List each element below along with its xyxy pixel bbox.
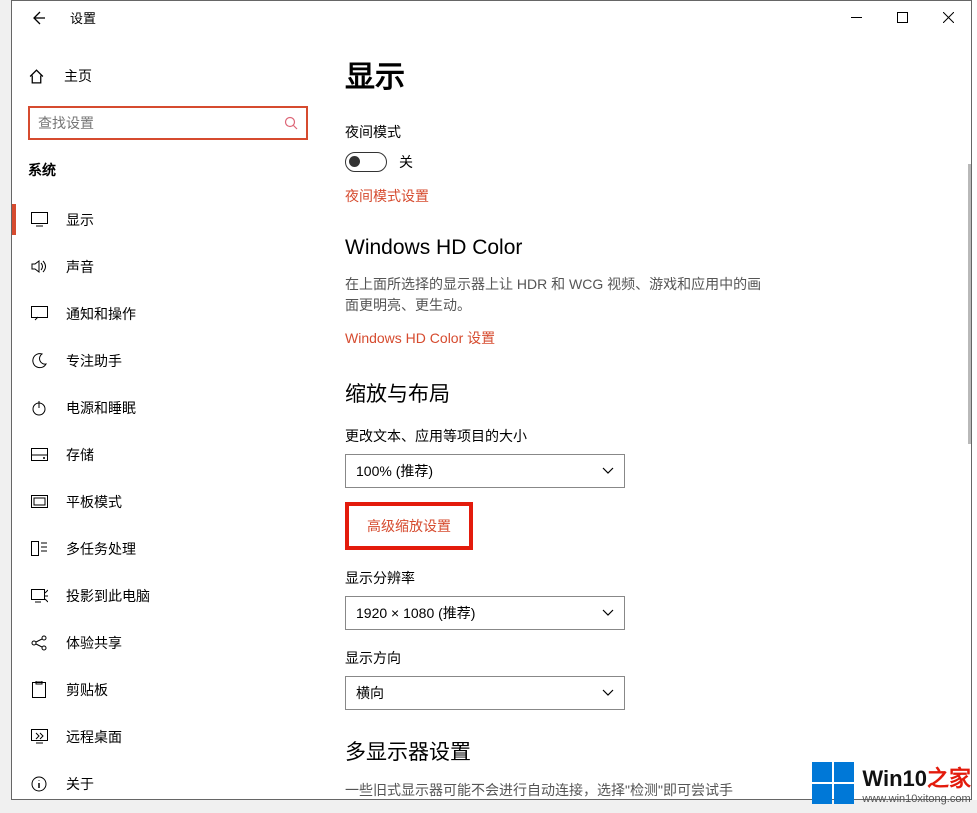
timeline-icon [28, 541, 50, 556]
sidebar-item-label: 平板模式 [50, 492, 122, 512]
search-icon [284, 116, 298, 130]
sidebar-item-label: 关于 [50, 774, 94, 794]
sidebar-group-title: 系统 [12, 160, 315, 190]
minimize-icon [851, 12, 862, 23]
watermark-url: www.win10xitong.com [862, 793, 971, 805]
sidebar-item-label: 剪贴板 [50, 680, 108, 700]
sidebar-item-label: 远程桌面 [50, 727, 122, 747]
sidebar-item-shared-experiences[interactable]: 体验共享 [12, 619, 315, 666]
sidebar-item-remote-desktop[interactable]: 远程桌面 [12, 713, 315, 760]
sidebar-item-label: 投影到此电脑 [50, 586, 150, 606]
night-mode-settings-link[interactable]: 夜间模式设置 [345, 186, 941, 206]
sidebar-item-clipboard[interactable]: 剪贴板 [12, 666, 315, 713]
minimize-button[interactable] [833, 2, 879, 34]
maximize-button[interactable] [879, 2, 925, 34]
sidebar-item-projecting[interactable]: 投影到此电脑 [12, 572, 315, 619]
info-icon [28, 776, 50, 792]
sidebar-item-label: 专注助手 [50, 351, 122, 371]
resolution-dropdown-value: 1920 × 1080 (推荐) [356, 603, 475, 623]
search-input[interactable] [28, 106, 308, 140]
sidebar-item-label: 通知和操作 [50, 304, 136, 324]
hd-color-heading: Windows HD Color [345, 236, 941, 260]
home-label: 主页 [50, 66, 92, 86]
settings-window: 设置 主页 系统 [11, 0, 972, 800]
orientation-dropdown[interactable]: 横向 [345, 676, 625, 710]
sidebar-item-about[interactable]: 关于 [12, 760, 315, 799]
windows-logo-icon [812, 762, 854, 804]
power-icon [28, 400, 50, 416]
orientation-dropdown-value: 横向 [356, 683, 384, 703]
arrow-left-icon [30, 10, 46, 26]
watermark-brand: Win10之家 [862, 761, 971, 793]
tablet-icon [28, 495, 50, 508]
close-icon [943, 12, 954, 23]
sidebar-item-sound[interactable]: 声音 [12, 243, 315, 290]
content-pane: 显示 夜间模式 关 夜间模式设置 Windows HD Color 在上面所选择… [315, 34, 971, 799]
sidebar-item-notifications[interactable]: 通知和操作 [12, 290, 315, 337]
sidebar-item-label: 多任务处理 [50, 539, 136, 559]
monitor-icon [28, 212, 50, 227]
resolution-label: 显示分辨率 [345, 568, 941, 588]
scale-layout-heading: 缩放与布局 [345, 378, 941, 408]
moon-icon [28, 353, 50, 369]
sidebar-item-storage[interactable]: 存储 [12, 431, 315, 478]
night-mode-toggle[interactable] [345, 152, 387, 172]
hd-color-description: 在上面所选择的显示器上让 HDR 和 WCG 视频、游戏和应用中的画面更明亮、更… [345, 274, 775, 316]
window-title: 设置 [56, 8, 96, 27]
scale-change-label: 更改文本、应用等项目的大小 [345, 426, 941, 446]
close-button[interactable] [925, 2, 971, 34]
watermark: Win10之家 www.win10xitong.com [812, 761, 971, 805]
sidebar-item-power-sleep[interactable]: 电源和睡眠 [12, 384, 315, 431]
advanced-scaling-link[interactable]: 高级缩放设置 [367, 516, 451, 536]
orientation-label: 显示方向 [345, 648, 941, 668]
home-icon [28, 68, 50, 85]
scale-dropdown-value: 100% (推荐) [356, 461, 433, 481]
chevron-down-icon [602, 467, 614, 475]
page-title: 显示 [345, 52, 941, 96]
speaker-icon [28, 259, 50, 274]
sidebar-item-label: 电源和睡眠 [50, 398, 136, 418]
back-button[interactable] [20, 2, 56, 34]
resolution-dropdown[interactable]: 1920 × 1080 (推荐) [345, 596, 625, 630]
hd-color-settings-link[interactable]: Windows HD Color 设置 [345, 328, 941, 348]
titlebar: 设置 [12, 1, 971, 34]
search-field[interactable] [38, 115, 284, 131]
multi-display-description: 一些旧式显示器可能不会进行自动连接，选择"检测"即可尝试手 [345, 780, 775, 799]
sidebar-item-multitasking[interactable]: 多任务处理 [12, 525, 315, 572]
drive-icon [28, 448, 50, 461]
night-mode-state: 关 [399, 152, 413, 172]
night-mode-label: 夜间模式 [345, 122, 941, 142]
share-icon [28, 635, 50, 651]
maximize-icon [897, 12, 908, 23]
sidebar-item-label: 显示 [50, 210, 94, 230]
sidebar-item-display[interactable]: 显示 [12, 196, 315, 243]
content-scrollbar[interactable] [965, 34, 971, 799]
scrollbar-thumb[interactable] [968, 164, 971, 444]
chevron-down-icon [602, 609, 614, 617]
home-button[interactable]: 主页 [12, 56, 315, 96]
sidebar-item-label: 存储 [50, 445, 94, 465]
project-icon [28, 589, 50, 603]
sidebar-item-tablet-mode[interactable]: 平板模式 [12, 478, 315, 525]
chevron-down-icon [602, 689, 614, 697]
sidebar-item-focus-assist[interactable]: 专注助手 [12, 337, 315, 384]
message-icon [28, 306, 50, 321]
sidebar-item-label: 体验共享 [50, 633, 122, 653]
sidebar: 主页 系统 显示 声音 [12, 34, 315, 799]
clipboard-icon [28, 681, 50, 698]
highlighted-area: 高级缩放设置 [345, 502, 473, 550]
sidebar-item-label: 声音 [50, 257, 94, 277]
remote-desktop-icon [28, 729, 50, 744]
scale-dropdown[interactable]: 100% (推荐) [345, 454, 625, 488]
